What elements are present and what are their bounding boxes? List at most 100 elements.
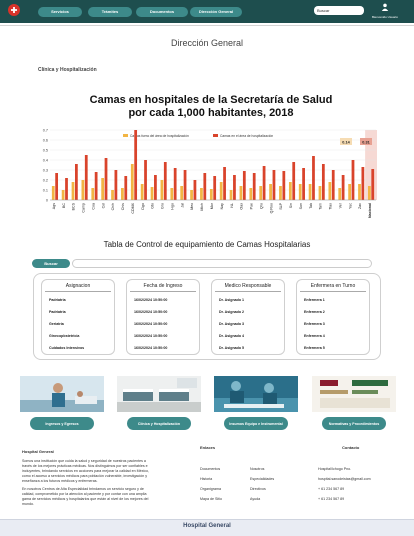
column-header-divider [45,291,111,292]
x-tick-label: Gro [161,203,165,209]
card-ingresos[interactable]: Ingresos y Egresos [20,376,104,432]
bar-outside-hospitalization [338,188,342,200]
bar-inside-hospitalization [65,178,68,200]
card-button[interactable]: Insumos Equipo e Instrumental [224,417,288,430]
bottom-bar-label: Hospital General [183,523,231,529]
footer-link-especialidades[interactable]: Especialidades [250,477,274,481]
x-tick-label: NL [230,203,234,208]
bar-inside-hospitalization [242,171,246,200]
column-header[interactable]: Fecha de Ingreso [127,283,199,289]
nav-documentos[interactable]: Documentos [136,7,188,17]
y-tick-label: 0.2 [43,178,48,182]
bar-inside-hospitalization [104,158,108,200]
nav-tramites[interactable]: Trámites [88,7,132,17]
x-tick-label: Hgo [170,203,174,210]
bar-outside-hospitalization [61,190,65,200]
bar-inside-hospitalization [312,156,315,200]
column-header[interactable]: Medico Responsable [212,283,284,289]
x-tick-label: Yuc [348,203,352,209]
bar-inside-hospitalization [203,173,207,200]
footer-link-organigrama[interactable]: Organigrama [200,487,221,491]
y-tick-label: 0.6 [43,138,48,142]
bar-inside-hospitalization [282,171,286,200]
x-tick-label: Mex [190,203,194,210]
bar-inside-hospitalization [134,130,138,200]
table-cell: 16/02/2024 10:50:00 [134,322,168,326]
table-cell: Dr. Asignado 2 [219,310,245,314]
bar-inside-hospitalization [183,170,187,200]
footer-link-historia[interactable]: Historia [200,477,212,481]
x-tick-label: Chis [121,203,125,210]
x-tick-label: Nacional [368,203,372,218]
footer-about-paragraph-2: En nosotros Centros de Alta Especialidad… [22,487,149,506]
x-tick-label: Qro [259,203,263,209]
bar-inside-hospitalization [84,155,88,200]
footer-link-mapa[interactable]: Mapa de Sitio [200,497,222,501]
footer-contact-phone-2: + 61 234 567 89 [318,497,345,501]
x-tick-label: Gto [151,203,155,209]
table-column: Fecha de Ingreso 16/02/2024 10:50:00 16/02… [126,279,200,355]
footer-contact-email[interactable]: hospital.sanodeistas@gmail.com [318,477,371,481]
table-cell: Enfermera 1 [304,298,325,302]
x-tick-label: Camp [82,203,86,213]
x-tick-label: Tlax [329,203,333,210]
card-clinica[interactable]: Clínica y Hospitalización [117,376,201,432]
column-header-divider [300,291,366,292]
table-cell: 16/02/2024 10:50:00 [134,298,168,302]
x-tick-label: Mor [210,202,214,209]
card-insumos[interactable]: Insumos Equipo e Instrumental [214,376,298,432]
footer-link-directivos[interactable]: Directivos [250,487,266,491]
card-button[interactable]: Clínica y Hospitalización [127,417,191,430]
card-image-salud-logos [312,376,396,412]
column-header[interactable]: Enfermera en Turno [297,283,369,289]
bar-outside-hospitalization [219,182,223,200]
y-tick-label: 0 [46,198,48,202]
table-cell: Ginecopbstetricia [49,334,80,338]
footer-link-nosotros[interactable]: Nosotros [250,467,264,471]
search-input[interactable]: Buscar [314,6,364,15]
nav-direccion-general[interactable]: Dirección General [190,7,242,17]
nav-servicios[interactable]: Servicios [38,7,82,17]
bar-outside-hospitalization [91,188,95,200]
bar-inside-hospitalization [331,170,335,200]
x-tick-label: Col [101,203,105,209]
card-image-hospital-beds [117,376,201,412]
column-header[interactable]: Asignacion [42,283,114,289]
bar-outside-hospitalization [259,186,263,200]
page-title: Dirección General [170,38,244,48]
bar-outside-hospitalization [288,182,292,200]
divider [0,25,414,26]
footer-about-text: Somos una institución que cuida la salud… [22,459,150,507]
bar-outside-hospitalization [328,182,332,200]
bar-inside-hospitalization [154,175,157,200]
card-button[interactable]: Ingresos y Egresos [30,417,94,430]
footer-contact-phone-1: + 61 234 567 89 [318,487,345,491]
bar-inside-hospitalization [351,160,355,200]
bar-outside-hospitalization [71,182,75,200]
bar-inside-hospitalization [272,170,276,200]
table-cell: Padriatria [49,310,66,314]
bar-inside-hospitalization [163,162,167,200]
table-cell: Dr. Asignado 4 [219,334,245,338]
footer-link-ayuda[interactable]: Ayuda [250,497,260,501]
search-button[interactable]: Buscar [32,259,70,268]
bar-inside-hospitalization [341,175,345,200]
bar-inside-hospitalization [94,172,98,200]
footer-links-title: Enlaces [200,445,216,450]
chart-title-line2: por cada 1,000 habitantes, 2018 [128,107,294,119]
section-title: Clínica y Hospitalización [38,67,97,73]
bar-outside-hospitalization [111,190,114,200]
bar-outside-hospitalization [130,164,134,200]
bar-outside-hospitalization [180,186,184,200]
card-button[interactable]: Normativas y Procedimientos [322,417,386,430]
medical-cross-logo[interactable] [8,4,20,16]
card-normativas[interactable]: Normativas y Procedimientos [312,376,396,432]
bar-inside-hospitalization [233,175,236,200]
bar-inside-hospitalization [292,162,296,200]
table-search-input[interactable] [72,259,372,268]
user-icon[interactable] [381,3,389,11]
footer-link-documentos[interactable]: Documentos [200,467,220,471]
table-column: Asignacion Padriatria Padriatria Geriatria G… [41,279,115,355]
x-tick-label: Mich [200,203,204,211]
bar-outside-hospitalization [358,184,361,200]
